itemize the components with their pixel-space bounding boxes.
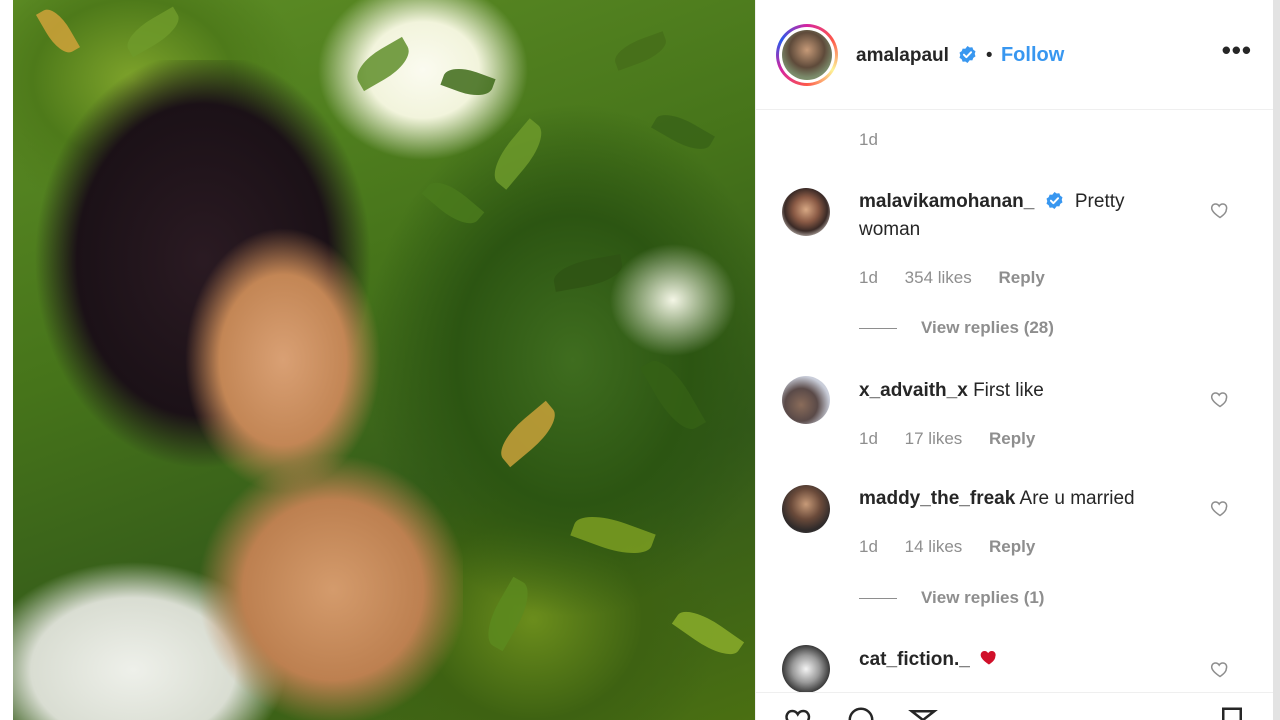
reply-button[interactable]: Reply <box>989 537 1035 556</box>
follow-button[interactable]: Follow <box>1001 44 1064 66</box>
comment-body: x_advaith_x First like <box>859 377 1189 405</box>
window-edge <box>1273 0 1280 720</box>
view-replies-label: View replies (1) <box>921 588 1045 607</box>
comment-likes[interactable]: 354 likes <box>905 268 972 287</box>
view-replies-button[interactable]: View replies (28) <box>859 318 1054 338</box>
view-replies-button[interactable]: View replies (1) <box>859 588 1044 608</box>
verified-badge-icon <box>959 45 976 64</box>
comment-meta: 1d 14 likes Reply <box>859 537 1057 557</box>
comment-time: 1d <box>859 537 878 556</box>
replies-divider <box>859 598 897 600</box>
comment-text: First like <box>973 380 1044 401</box>
comment-icon[interactable] <box>844 705 878 720</box>
commenter-avatar[interactable] <box>782 188 830 236</box>
view-replies-label: View replies (28) <box>921 318 1054 337</box>
action-bar <box>756 692 1274 720</box>
commenter-username[interactable]: cat_fiction._ <box>859 649 970 670</box>
heart-outline-icon[interactable] <box>1210 659 1230 679</box>
commenter-avatar[interactable] <box>782 645 830 693</box>
bookmark-icon[interactable] <box>1216 705 1248 720</box>
post-photo[interactable] <box>13 0 755 720</box>
heart-outline-icon[interactable] <box>1210 200 1230 220</box>
comment-time: 1d <box>859 429 878 448</box>
comment-time: 1d <box>859 268 878 287</box>
commenter-username[interactable]: malavikamohanan_ <box>859 191 1034 212</box>
reply-button[interactable]: Reply <box>989 429 1035 448</box>
commenter-username[interactable]: x_advaith_x <box>859 380 968 401</box>
verified-badge-icon <box>1046 191 1063 210</box>
heart-outline-icon[interactable] <box>1210 389 1230 409</box>
comment-meta: 1d 354 likes Reply <box>859 268 1067 288</box>
red-heart-emoji <box>980 651 996 665</box>
author-avatar[interactable] <box>776 24 838 86</box>
comment-meta: 1d 17 likes Reply <box>859 429 1057 449</box>
commenter-avatar[interactable] <box>782 485 830 533</box>
replies-divider <box>859 328 897 330</box>
comment-body: cat_fiction._ <box>859 646 1189 674</box>
author-username[interactable]: amalapaul <box>856 45 949 66</box>
commenter-username[interactable]: maddy_the_freak <box>859 488 1015 509</box>
post-time: 1d <box>859 130 878 149</box>
comment-likes[interactable]: 17 likes <box>905 429 963 448</box>
reply-button[interactable]: Reply <box>999 268 1045 287</box>
separator-dot: • <box>985 45 993 66</box>
commenter-avatar[interactable] <box>782 376 830 424</box>
comment-body: maddy_the_freak Are u married <box>859 485 1189 513</box>
more-options-icon[interactable]: ••• <box>1222 37 1252 63</box>
share-icon[interactable] <box>904 705 942 720</box>
post-side-panel: amalapaul • Follow ••• 1d malavikamohana… <box>755 0 1274 720</box>
comment-body: malavikamohanan_ Pretty woman <box>859 188 1189 244</box>
post-header: amalapaul • Follow ••• <box>756 0 1274 110</box>
comment-text: Are u married <box>1019 488 1135 509</box>
heart-outline-icon[interactable] <box>1210 498 1230 518</box>
like-icon[interactable] <box>782 705 816 720</box>
comment-likes[interactable]: 14 likes <box>905 537 963 556</box>
